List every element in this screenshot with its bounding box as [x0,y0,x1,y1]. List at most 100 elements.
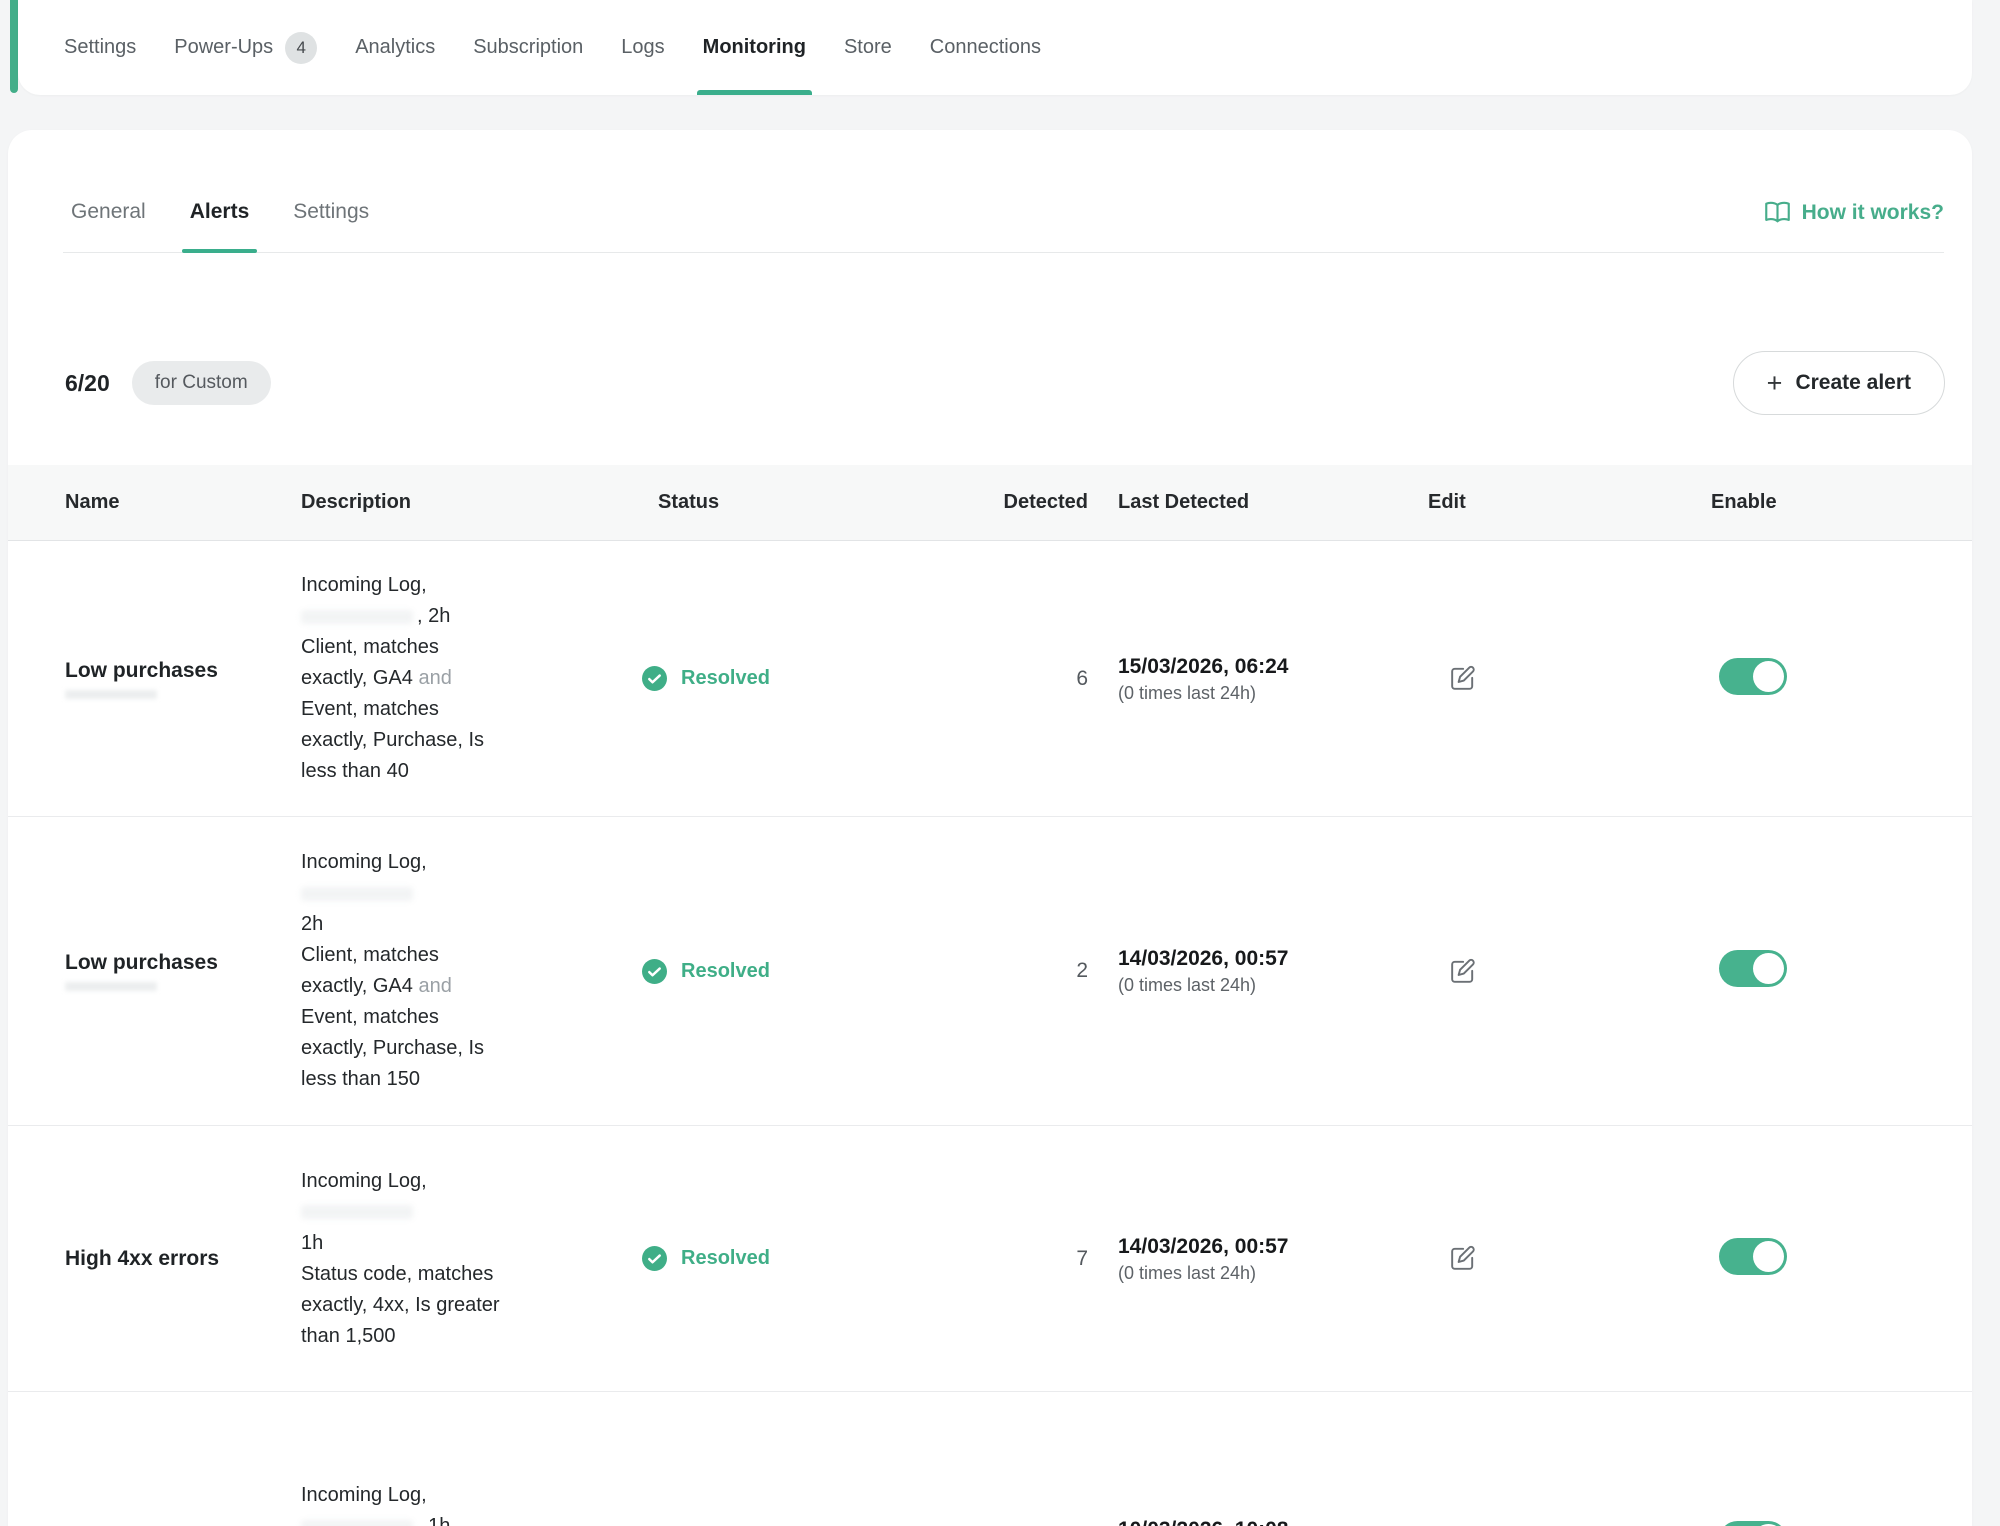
last-detected-date: 10/03/2026, 10:08 [1118,1516,1428,1526]
redacted-text [301,887,413,901]
description-line: Client, matches [301,632,658,663]
description-text: Incoming Log, [301,851,427,873]
edit-alert-button[interactable] [1444,661,1480,697]
status-badge: Resolved [642,666,983,691]
status-cell: Resolved [658,1246,983,1271]
description-line: 2h [301,909,658,940]
check-icon [642,959,667,984]
enable-cell [1711,950,1945,992]
description-text: Incoming Log, [301,1170,427,1192]
detected-count: 2 [983,959,1088,983]
description-text: less than 40 [301,760,409,782]
column-header-name: Name [65,491,301,514]
alerts-table-body: Low purchases Incoming Log, , 2h Client, ma… [8,541,1972,1526]
nav-tab-label: Monitoring [703,36,806,59]
description-text: , 1h [417,1515,450,1526]
alert-description: Incoming Log,2hClient, matchesexactly, G… [301,818,658,1124]
status-badge: Resolved [642,959,983,984]
alerts-table: Name Description Status Detected Last De… [8,465,1972,1526]
nav-tab-label: Store [844,36,892,59]
last-detected-date: 14/03/2026, 00:57 [1118,1233,1428,1261]
description-text: less than 150 [301,1068,420,1090]
nav-tab-label: Connections [930,36,1041,59]
nav-tab-label: Logs [621,36,664,59]
how-it-works-link[interactable]: How it works? [1764,199,1944,252]
last-detected-note: (0 times last 24h) [1118,681,1428,705]
description-text: exactly, Purchase, Is [301,1037,484,1059]
page: Settings Power-Ups4 Analytics Subscription L… [0,0,2000,1526]
check-icon [642,1246,667,1271]
enable-toggle[interactable] [1719,950,1787,987]
description-line: 1h [301,1228,658,1259]
nav-tab-label: Settings [64,36,136,59]
active-nav-accent-bar [10,0,18,93]
description-line: exactly, Purchase, Is [301,1033,658,1064]
toggle-knob [1753,953,1784,984]
description-text: than 1,500 [301,1325,396,1347]
description-line: Incoming Log, [301,1166,658,1197]
alert-name-cell: Low purchases [65,659,301,699]
check-icon [642,666,667,691]
status-cell: Resolved [658,666,983,691]
table-row: Low purchasesIncoming Log,, 2hClient, ma… [8,541,1972,817]
description-text: Incoming Log, [301,1484,427,1506]
description-text: , 2h [417,605,450,627]
description-line: Incoming Log, [301,1480,658,1511]
table-row: High 4xxIncoming Log,, 1hStatus code, ma… [8,1392,1972,1526]
create-alert-label: Create alert [1795,371,1911,395]
description-text: Status code, matches [301,1263,493,1285]
description-text: Client, matches [301,636,439,658]
alert-description: Incoming Log,, 1hStatus code, matchesexa… [301,1451,658,1526]
alert-name-cell: High 4xx errors [65,1247,301,1271]
top-nav: Settings Power-Ups4 Analytics Subscription L… [18,0,1972,95]
description-line: exactly, GA4 and [301,663,658,694]
nav-tab-power-ups[interactable]: Power-Ups4 [174,0,317,95]
nav-tab-analytics[interactable]: Analytics [355,0,435,95]
nav-tab-label: Analytics [355,36,435,59]
description-line [301,1197,658,1228]
subtab-settings[interactable]: Settings [293,200,369,252]
description-line: less than 40 [301,756,658,787]
plan-badge: for Custom [132,361,271,405]
active-tab-indicator [697,90,812,95]
last-detected-cell: 15/03/2026, 06:24(0 times last 24h) [1088,653,1428,705]
nav-tab-store[interactable]: Store [844,0,892,95]
subtab-general[interactable]: General [71,200,146,252]
enable-toggle[interactable] [1719,1238,1787,1275]
edit-alert-button[interactable] [1444,1241,1480,1277]
nav-tab-label: Subscription [473,36,583,59]
column-header-enable: Enable [1711,491,1945,514]
last-detected-date: 14/03/2026, 00:57 [1118,945,1428,973]
subtab-alerts[interactable]: Alerts [190,200,250,252]
description-line: Status code, matches [301,1259,658,1290]
alerts-toolbar: 6/20 for Custom + Create alert [65,350,1945,416]
description-line: than 1,500 [301,1321,658,1352]
enable-toggle[interactable] [1719,1521,1787,1526]
last-detected-note: (0 times last 24h) [1118,1261,1428,1285]
description-line: exactly, GA4 and [301,971,658,1002]
create-alert-button[interactable]: + Create alert [1733,351,1945,415]
nav-tab-settings[interactable]: Settings [64,0,136,95]
nav-tab-connections[interactable]: Connections [930,0,1041,95]
subtab-row: General Alerts Settings How it works? [63,130,1944,253]
power-ups-count-badge: 4 [285,32,317,64]
enable-toggle[interactable] [1719,658,1787,695]
nav-tab-subscription[interactable]: Subscription [473,0,583,95]
last-detected-cell: 14/03/2026, 00:57(0 times last 24h) [1088,945,1428,997]
description-text: 1h [301,1232,323,1254]
status-cell: Resolved [658,959,983,984]
alert-description: Incoming Log, 1h Status code, matches exact… [301,1137,658,1381]
top-nav-tabs: Settings Power-Ups4 Analytics Subscription L… [18,0,1972,95]
description-line: exactly, Purchase, Is [301,725,658,756]
book-icon [1764,199,1791,226]
nav-tab-logs[interactable]: Logs [621,0,664,95]
description-text: Event, matches [301,698,439,720]
enable-cell [1711,658,1945,700]
description-text: exactly, 4xx, Is greater [301,1294,500,1316]
status-label: Resolved [681,667,770,690]
description-text: exactly, GA4 [301,667,418,689]
usage-group: 6/20 for Custom [65,361,271,405]
edit-alert-button[interactable] [1444,953,1480,989]
last-detected-date: 15/03/2026, 06:24 [1118,653,1428,681]
nav-tab-monitoring[interactable]: Monitoring [703,0,806,95]
